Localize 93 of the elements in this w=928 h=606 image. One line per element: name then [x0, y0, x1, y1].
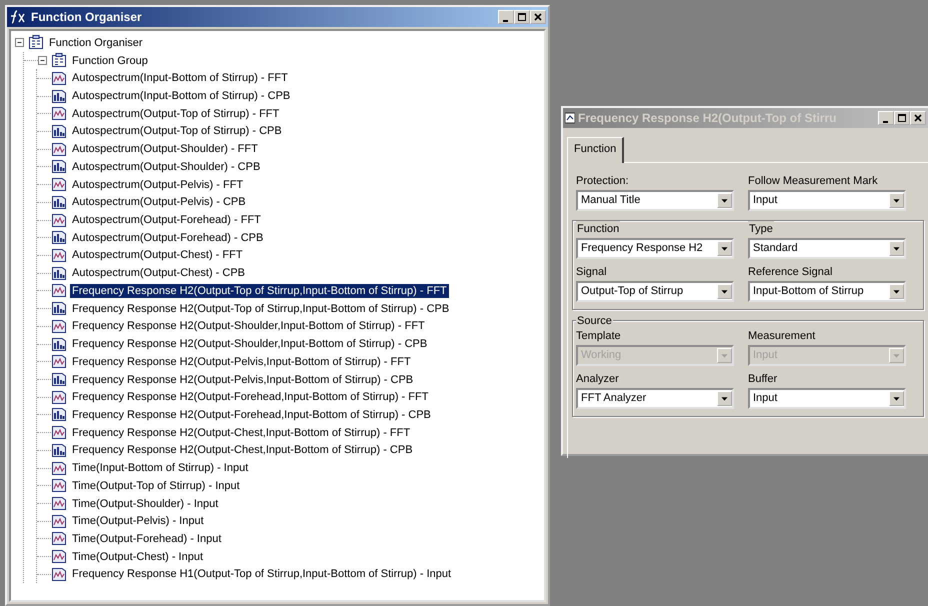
line-chart-icon	[51, 318, 67, 334]
window-title: Function Organiser	[31, 9, 143, 26]
close-button[interactable]	[530, 10, 546, 24]
tree-item[interactable]: Autospectrum(Output-Forehead) - CPB	[70, 230, 266, 245]
tree-item[interactable]: Frequency Response H2(Output-Chest,Input-Bottom of Stirrup) - CPB	[70, 443, 415, 458]
line-chart-icon	[51, 142, 67, 157]
bar-chart-icon	[51, 88, 67, 104]
tree-item[interactable]: Autospectrum(Input-Bottom of Stirrup) - FFT	[70, 71, 290, 86]
field-label: Protection:	[576, 174, 629, 186]
tree-item[interactable]: Frequency Response H2(Output-Top of Stirrup,Input-Bottom of Stirrup) - CPB	[70, 302, 452, 316]
line-chart-icon	[51, 70, 67, 86]
tree-item[interactable]: Frequency Response H2(Output-Pelvis,Input-Bottom of Stirrup) - FFT	[70, 354, 413, 369]
tree-item[interactable]: Frequency Response H1(Output-Top of Stirrup,Input-Bottom of Stirrup) - Input	[70, 567, 454, 582]
line-chart-icon	[51, 283, 67, 298]
maximize-icon[interactable]	[517, 12, 527, 22]
tree-item[interactable]: Autospectrum(Output-Chest) - FFT	[70, 248, 245, 262]
close-icon[interactable]	[913, 113, 923, 123]
tree-item[interactable]: Autospectrum(Output-Pelvis) - FFT	[70, 178, 246, 192]
tree-item[interactable]: Time(Output-Shoulder) - Input	[70, 496, 220, 511]
dropdown[interactable]: FFT Analyzer	[576, 388, 734, 408]
bar-chart-icon	[51, 442, 67, 458]
line-chart-icon	[51, 390, 67, 405]
tree-item[interactable]: Time(Input-Bottom of Stirrup) - Input	[70, 461, 250, 476]
line-chart-icon	[51, 177, 67, 192]
tree-item[interactable]: Autospectrum(Output-Top of Stirrup) - FFT	[70, 106, 282, 121]
collapse-icon[interactable]	[38, 56, 47, 66]
dropdown[interactable]: Standard	[748, 238, 906, 258]
bar-chart-icon	[51, 336, 67, 352]
tree-item[interactable]: Time(Output-Chest) - Input	[70, 550, 206, 564]
line-chart-icon	[51, 425, 67, 440]
tree-item[interactable]: Autospectrum(Output-Forehead) - FFT	[70, 213, 263, 228]
tree-item[interactable]: Autospectrum(Output-Top of Stirrup) - CPB	[70, 124, 284, 138]
field-label: Analyzer	[576, 372, 619, 384]
tree-item[interactable]: Autospectrum(Input-Bottom of Stirrup) - CPB	[70, 89, 292, 104]
field-label: Buffer	[748, 372, 778, 384]
line-chart-icon	[51, 496, 67, 512]
tree-item[interactable]: Frequency Response H2(Output-Shoulder,Input-Bottom of Stirrup) - CPB	[70, 337, 430, 352]
tree-item[interactable]: Function Group	[70, 54, 150, 68]
field-label: Signal	[576, 266, 607, 278]
bar-chart-icon	[51, 124, 67, 139]
bar-chart-icon	[51, 266, 67, 281]
close-button[interactable]	[910, 111, 926, 125]
dropdown[interactable]: Manual Title	[576, 190, 734, 210]
line-chart-icon	[51, 106, 67, 122]
field-label: Measurement	[748, 330, 816, 342]
tree-item[interactable]: Frequency Response H2(Output-Pelvis,Input-Bottom of Stirrup) - CPB	[70, 372, 416, 387]
tree-item[interactable]: Frequency Response H2(Output-Forehead,Input-Bottom of Stirrup) - CPB	[70, 408, 433, 422]
tree-item[interactable]: Frequency Response H2(Output-Chest,Input-Bottom of Stirrup) - FFT	[70, 426, 412, 440]
bar-chart-icon	[51, 159, 67, 174]
function-icon	[9, 10, 25, 24]
dropdown[interactable]: Frequency Response H2	[576, 238, 734, 258]
line-chart-icon	[51, 354, 67, 370]
field-label: Type	[748, 220, 774, 238]
field-label: Follow Measurement Mark	[748, 174, 878, 186]
bar-chart-icon	[51, 301, 67, 316]
close-icon[interactable]	[533, 12, 543, 22]
group-label: Source	[576, 314, 613, 328]
field-label: Template	[576, 330, 621, 342]
tree-item[interactable]: Autospectrum(Output-Shoulder) - CPB	[70, 160, 262, 174]
minimize-button[interactable]	[498, 10, 514, 24]
dropdown[interactable]: Input-Bottom of Stirrup	[748, 280, 906, 302]
tree-item[interactable]: Autospectrum(Output-Pelvis) - CPB	[70, 195, 248, 210]
line-chart-icon	[51, 212, 67, 228]
dropdown[interactable]: Input	[748, 190, 906, 210]
tree-item[interactable]: Time(Output-Top of Stirrup) - Input	[70, 478, 242, 493]
maximize-button[interactable]	[894, 111, 910, 125]
dropdown[interactable]: Output-Top of Stirrup	[576, 280, 734, 302]
tree-item[interactable]: Frequency Response H2(Output-Forehead,Input-Bottom of Stirrup) - FFT	[70, 390, 430, 404]
line-chart-icon	[51, 460, 67, 476]
line-chart-icon	[51, 531, 67, 546]
line-chart-icon	[51, 248, 67, 263]
collapse-icon[interactable]	[15, 38, 24, 48]
line-chart-icon	[51, 566, 67, 582]
minimize-button[interactable]	[878, 111, 894, 125]
tree-item[interactable]: Time(Output-Pelvis) - Input	[70, 514, 206, 528]
tree-item[interactable]: Time(Output-Forehead) - Input	[70, 532, 224, 546]
tree-item[interactable]: Frequency Response H2(Output-Shoulder,Input-Bottom of Stirrup) - FFT	[70, 319, 427, 334]
bar-chart-icon	[51, 407, 67, 422]
dropdown[interactable]: Input	[748, 388, 906, 408]
maximize-button[interactable]	[514, 10, 530, 24]
maximize-icon[interactable]	[897, 113, 907, 123]
line-chart-icon	[51, 478, 67, 494]
tree-item[interactable]: Autospectrum(Output-Chest) - CPB	[70, 266, 248, 280]
bar-chart-icon	[51, 372, 67, 388]
field-label: Reference Signal	[748, 266, 832, 278]
tree-item[interactable]: Autospectrum(Output-Shoulder) - FFT	[70, 142, 260, 156]
bar-chart-icon	[51, 230, 67, 246]
tab[interactable]: Function	[567, 137, 624, 162]
line-chart-icon	[51, 514, 67, 529]
tree-item[interactable]: Function Organiser	[47, 36, 145, 50]
tree-item[interactable]: Frequency Response H2(Output-Top of Stirrup,Input-Bottom of Stirrup) - FFT	[70, 284, 449, 298]
line-chart-icon	[51, 549, 67, 564]
bar-chart-icon	[51, 194, 67, 210]
